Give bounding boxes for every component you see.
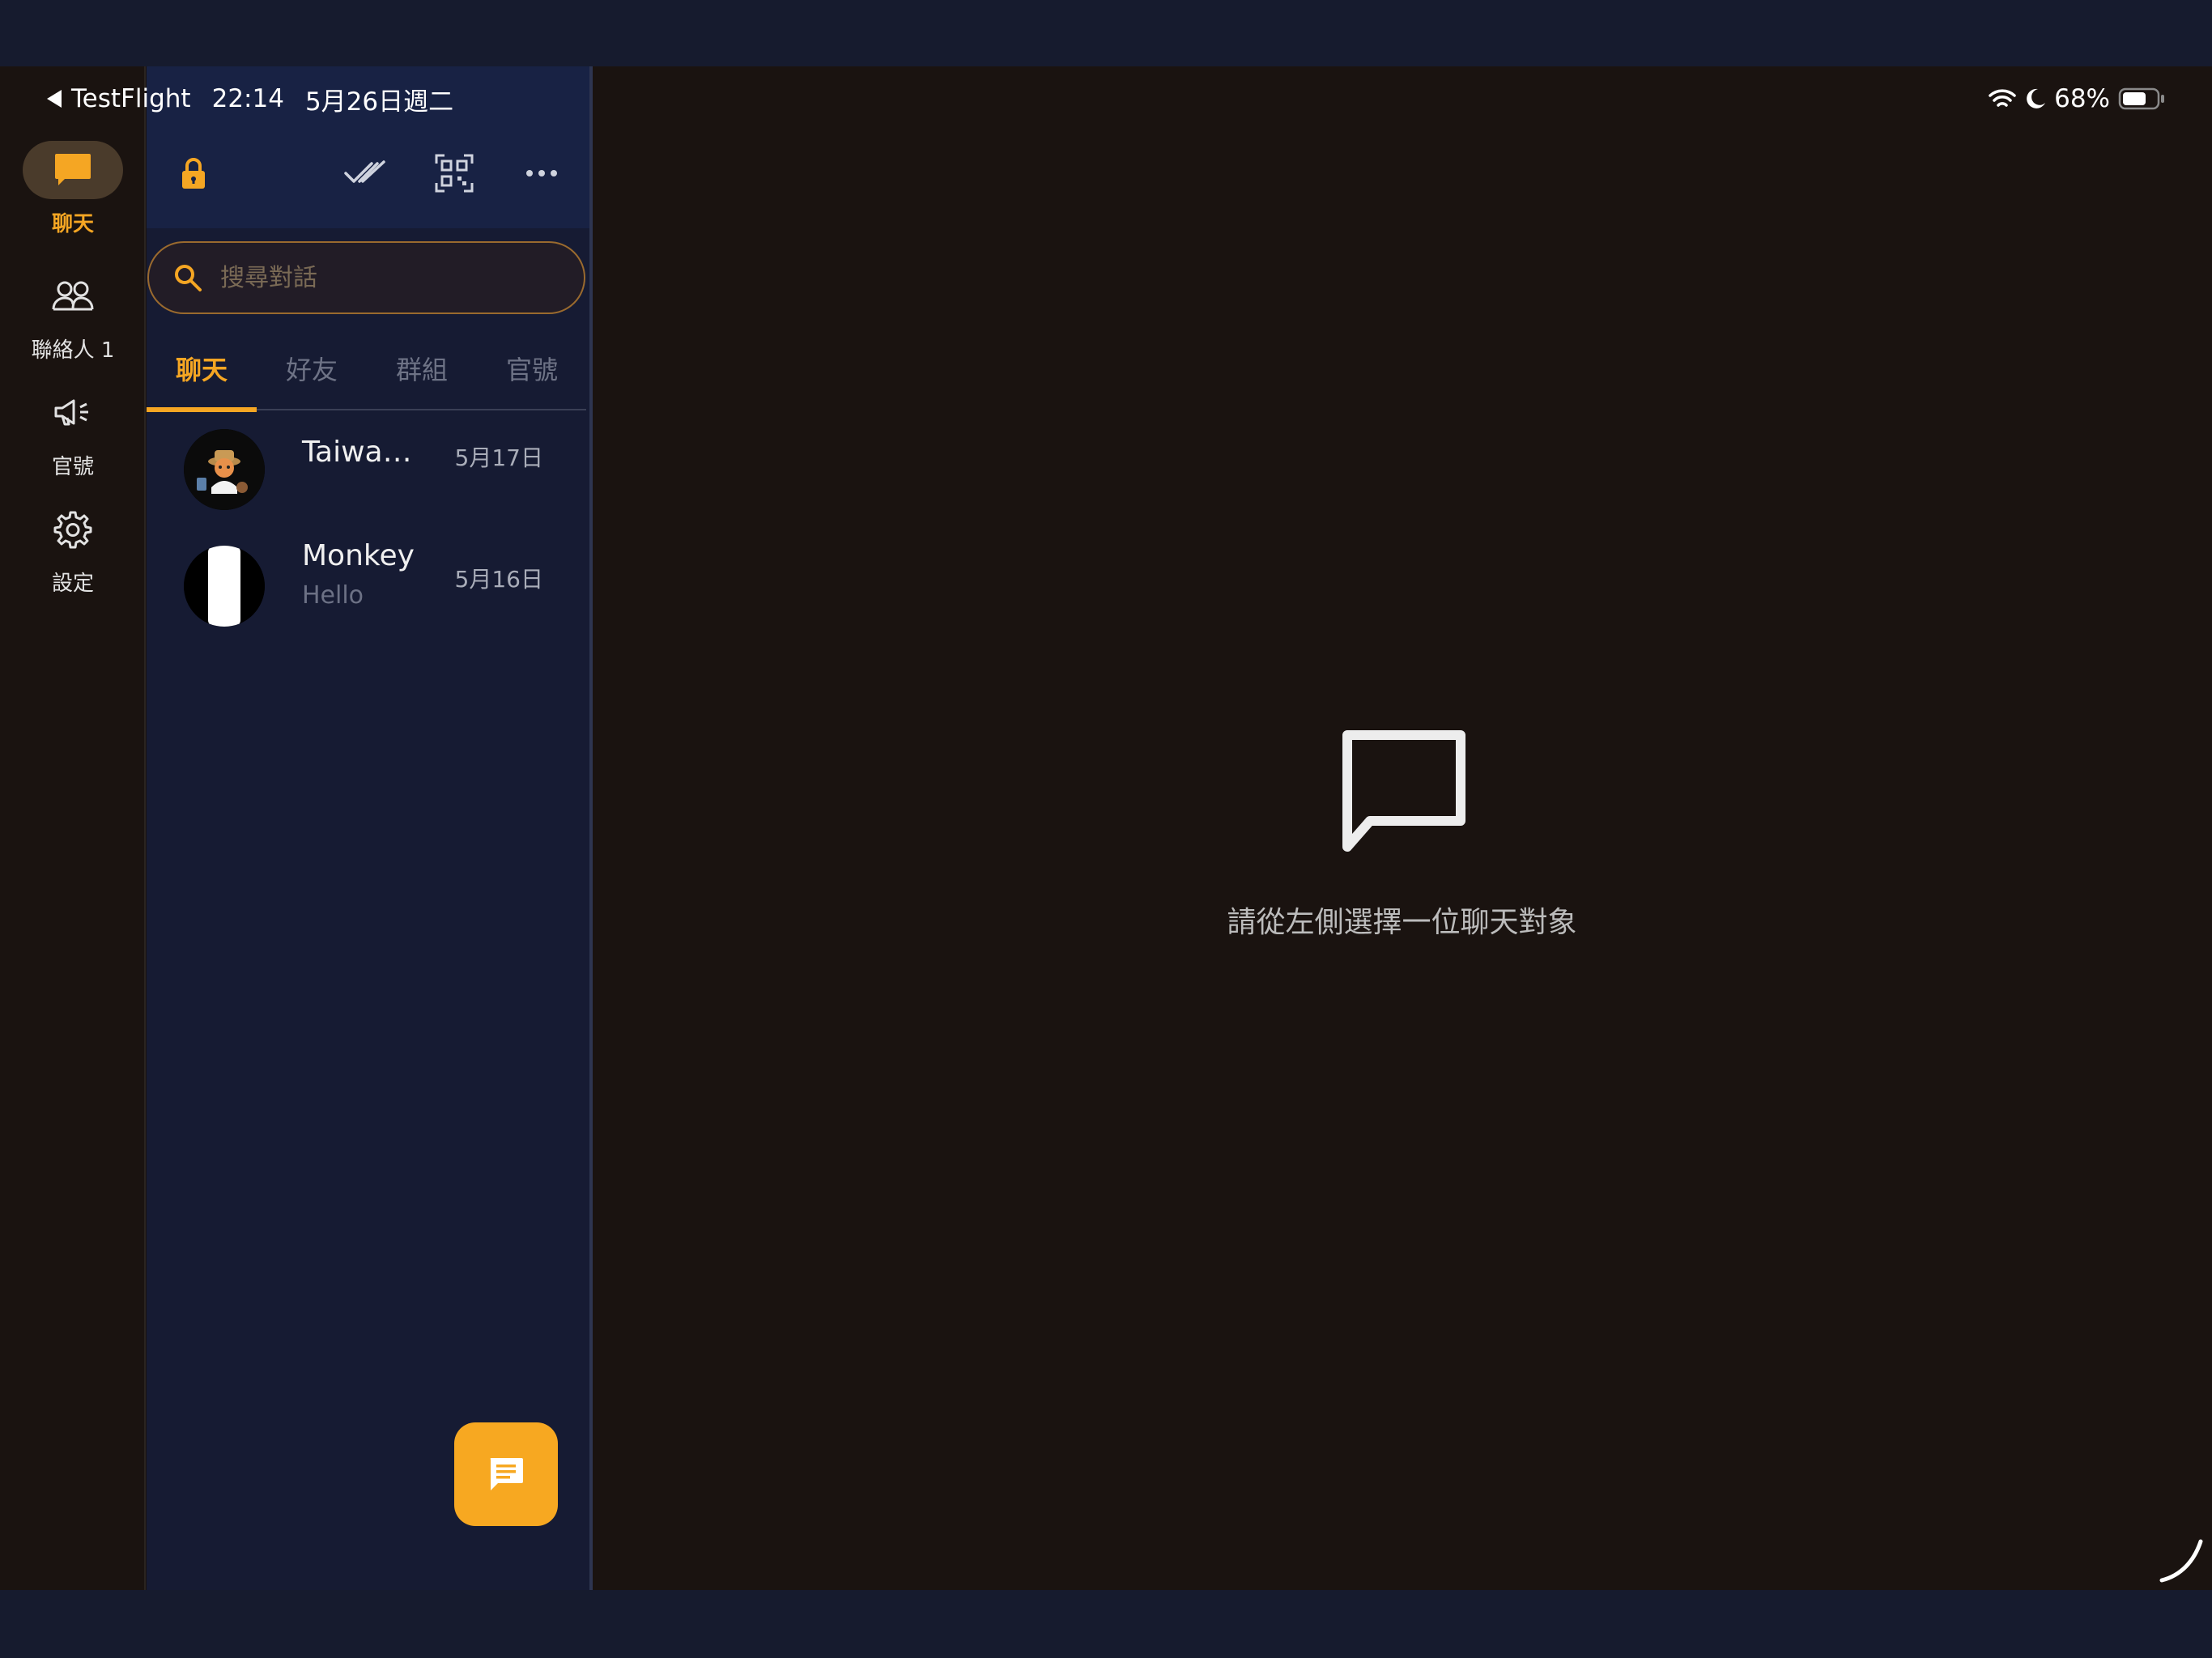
chat-name: Taiwa… (302, 436, 412, 469)
pencil-stroke-icon (2159, 1539, 2203, 1583)
search-input[interactable] (219, 262, 559, 293)
tab-groups[interactable]: 群組 (367, 342, 477, 410)
qr-scan-button[interactable] (428, 147, 480, 199)
double-check-icon (344, 160, 385, 183)
tab-friends[interactable]: 好友 (257, 342, 367, 410)
back-arrow-icon[interactable] (47, 90, 62, 108)
status-bar-right: 68% (1988, 81, 2165, 117)
rail-item-contacts[interactable]: 聯絡人 1 (0, 267, 146, 363)
avatar (184, 546, 265, 627)
more-icon (526, 170, 557, 176)
chat-name: Monkey (302, 539, 415, 572)
gear-icon (23, 500, 123, 559)
chat-tabs: 聊天 好友 群組 官號 (147, 342, 587, 412)
battery-percent: 68% (2054, 84, 2110, 113)
navigation-rail: 聊天 聯絡人 1 官號 設定 (0, 66, 146, 1590)
contacts-icon (23, 267, 123, 325)
status-time: 22:14 (211, 84, 284, 113)
chat-bubble-icon (23, 141, 123, 199)
app-screen: 聊天 聯絡人 1 官號 設定 搜尋對話 聊天 好友 群組 官號 Taiwa… 5… (0, 66, 2212, 1590)
rail-label-chat: 聊天 (51, 212, 94, 236)
new-message-icon (490, 1458, 523, 1490)
mark-all-read-button[interactable] (339, 147, 391, 199)
tab-chat[interactable]: 聊天 (147, 342, 257, 412)
lock-icon (182, 158, 205, 189)
qr-scan-icon (435, 154, 474, 193)
rail-label-official: 官號 (51, 455, 94, 479)
new-chat-button[interactable] (454, 1422, 558, 1526)
lock-button[interactable] (168, 147, 219, 199)
empty-state-text: 請從左側選擇一位聊天對象 (1227, 906, 1577, 939)
conversation-panel: 聊天 好友 群組 官號 Taiwa… 5月17日 (147, 66, 591, 1590)
chat-date: 5月16日 (454, 566, 543, 593)
chat-list-item[interactable]: Taiwa… 5月17日 (147, 413, 586, 526)
chat-preview: Hello (302, 581, 364, 610)
chat-outline-icon (1342, 730, 1465, 852)
rail-label-contacts: 聯絡人 1 (31, 338, 115, 363)
back-to-app-link[interactable]: TestFlight (71, 84, 191, 113)
more-button[interactable] (516, 147, 568, 199)
search-icon (175, 265, 202, 291)
chat-date: 5月17日 (454, 444, 543, 471)
status-date: 5月26日週二 (304, 87, 454, 117)
search-bar[interactable] (147, 241, 585, 314)
chat-detail-area: 請從左側選擇一位聊天對象 (593, 66, 2212, 1590)
rail-item-chat[interactable]: 聊天 (0, 141, 146, 237)
rail-item-settings[interactable]: 設定 (0, 500, 146, 597)
wifi-icon (1989, 89, 2016, 107)
tab-official[interactable]: 官號 (477, 342, 587, 410)
megaphone-icon (23, 384, 123, 442)
avatar (184, 429, 265, 510)
moon-icon (2027, 88, 2046, 108)
battery-icon (2118, 87, 2164, 110)
rail-item-official[interactable]: 官號 (0, 384, 146, 480)
chat-list-item[interactable]: Monkey Hello 5月16日 (147, 529, 586, 643)
rail-label-settings: 設定 (51, 572, 94, 596)
status-bar-left: TestFlight 22:14 5月26日週二 (47, 81, 453, 117)
